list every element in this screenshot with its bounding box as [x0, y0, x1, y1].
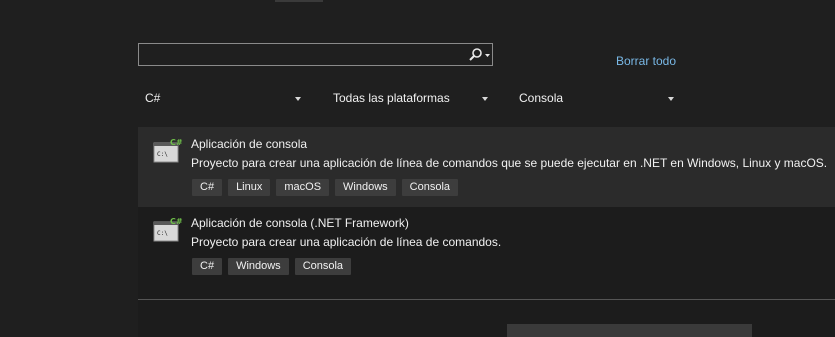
project-type-filter-value: Consola	[519, 91, 564, 105]
platform-filter-value: Todas las plataformas	[333, 91, 450, 105]
template-item-console-app-netfx[interactable]: C:\ C# Aplicación de consola (.NET Frame…	[138, 206, 835, 286]
template-description: Proyecto para crear una aplicación de lí…	[191, 235, 502, 249]
project-type-filter[interactable]: Consola	[519, 91, 679, 109]
language-filter[interactable]: C#	[145, 91, 305, 109]
search-box[interactable]	[138, 43, 493, 66]
tag: macOS	[276, 179, 330, 196]
bottom-button[interactable]	[507, 324, 752, 337]
tag: C#	[192, 258, 223, 275]
chevron-down-icon	[668, 97, 674, 101]
tag: Windows	[228, 258, 289, 275]
console-app-icon: C:\ C#	[153, 138, 183, 163]
search-dropdown-icon[interactable]	[466, 47, 492, 63]
template-item-console-app[interactable]: C:\ C# Aplicación de consola Proyecto pa…	[138, 127, 835, 207]
platform-filter[interactable]: Todas las plataformas	[333, 91, 493, 109]
top-tab-indicator	[275, 0, 323, 2]
tag: Linux	[228, 179, 271, 196]
console-app-icon: C:\ C#	[153, 217, 183, 242]
svg-text:C:\: C:\	[157, 230, 168, 237]
language-filter-value: C#	[145, 91, 161, 105]
template-tags: C# Linux macOS Windows Consola	[192, 179, 459, 196]
svg-text:C:\: C:\	[157, 151, 168, 158]
template-description: Proyecto para crear una aplicación de lí…	[191, 156, 828, 170]
tag: Windows	[335, 179, 396, 196]
tag: Consola	[294, 258, 352, 275]
clear-all-link[interactable]: Borrar todo	[616, 54, 676, 68]
svg-text:C#: C#	[170, 138, 183, 147]
divider	[138, 299, 835, 300]
template-title: Aplicación de consola (.NET Framework)	[191, 216, 409, 230]
chevron-down-icon	[482, 97, 488, 101]
tag: C#	[192, 179, 223, 196]
chevron-down-icon	[295, 97, 301, 101]
svg-text:C#: C#	[170, 217, 183, 226]
tag: Consola	[401, 179, 459, 196]
template-tags: C# Windows Consola	[192, 258, 352, 275]
template-title: Aplicación de consola	[191, 137, 308, 151]
search-input[interactable]	[143, 46, 447, 65]
